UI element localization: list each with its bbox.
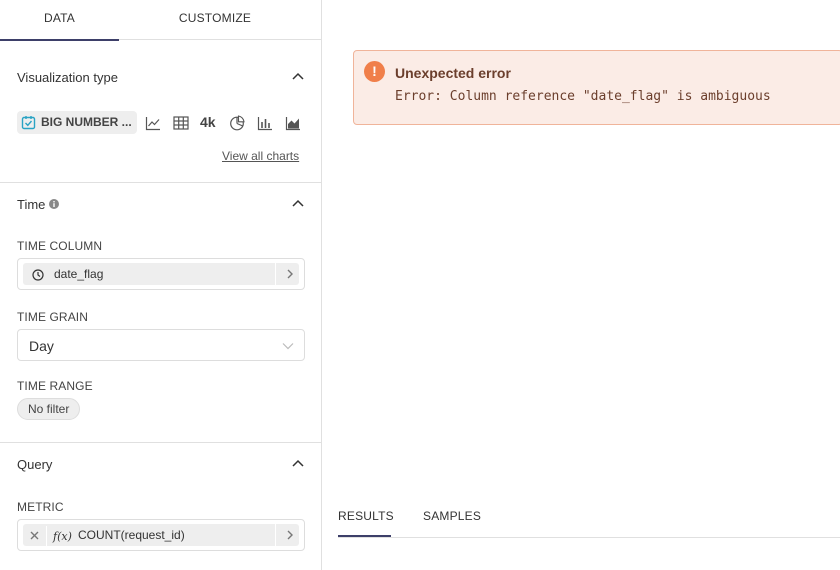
section-divider bbox=[0, 182, 321, 183]
chevron-up-icon[interactable] bbox=[292, 198, 304, 210]
panel-tabs: DATA CUSTOMIZE bbox=[0, 0, 321, 41]
selected-viz-type[interactable]: BIG NUMBER ... bbox=[17, 111, 137, 134]
line-chart-icon[interactable] bbox=[145, 115, 161, 131]
time-section-header[interactable]: Time bbox=[0, 184, 321, 224]
view-all-charts-link[interactable]: View all charts bbox=[222, 149, 299, 163]
time-grain-select[interactable]: Day bbox=[17, 329, 305, 361]
remove-metric-icon[interactable] bbox=[30, 531, 39, 540]
metric-value: COUNT(request_id) bbox=[78, 528, 185, 542]
error-icon: ! bbox=[364, 61, 385, 82]
time-section-title: Time bbox=[17, 197, 46, 212]
chip-separator bbox=[46, 526, 47, 546]
big-number-icon[interactable]: 4k bbox=[200, 114, 216, 130]
query-section-title: Query bbox=[17, 457, 53, 472]
time-grain-value: Day bbox=[29, 338, 54, 354]
function-icon: f(x) bbox=[53, 530, 72, 543]
error-alert: ! Unexpected error Error: Column referen… bbox=[353, 50, 840, 125]
error-message: Error: Column reference "date_flag" is a… bbox=[395, 89, 771, 104]
area-chart-icon[interactable] bbox=[285, 115, 301, 131]
chevron-up-icon[interactable] bbox=[292, 458, 304, 470]
time-column-label: TIME COLUMN bbox=[17, 239, 103, 253]
metric-select[interactable]: f(x) COUNT(request_id) bbox=[17, 519, 305, 551]
query-section-header[interactable]: Query bbox=[0, 444, 321, 484]
time-range-label: TIME RANGE bbox=[17, 379, 93, 393]
chevron-up-icon[interactable] bbox=[292, 71, 304, 83]
data-tabs: RESULTS SAMPLES bbox=[338, 498, 840, 538]
info-icon[interactable] bbox=[49, 199, 59, 209]
time-grain-label: TIME GRAIN bbox=[17, 310, 89, 324]
error-title: Unexpected error bbox=[395, 65, 511, 81]
time-range-filter[interactable]: No filter bbox=[17, 398, 81, 420]
selected-viz-label: BIG NUMBER ... bbox=[41, 115, 132, 129]
time-column-value: date_flag bbox=[54, 267, 104, 281]
tab-customize[interactable]: CUSTOMIZE bbox=[119, 0, 311, 40]
big-number-chart-icon bbox=[21, 116, 36, 130]
time-column-select[interactable]: date_flag bbox=[17, 258, 305, 290]
chevron-right-icon[interactable] bbox=[286, 269, 294, 279]
viz-section-header[interactable]: Visualization type bbox=[0, 57, 321, 97]
table-icon[interactable] bbox=[173, 115, 189, 131]
clock-icon bbox=[32, 269, 44, 281]
section-divider bbox=[0, 442, 321, 443]
tab-data[interactable]: DATA bbox=[0, 0, 119, 41]
tab-samples[interactable]: SAMPLES bbox=[423, 509, 481, 523]
pie-chart-icon[interactable] bbox=[229, 115, 245, 131]
metric-label: METRIC bbox=[17, 500, 64, 514]
tab-results[interactable]: RESULTS bbox=[338, 509, 394, 537]
control-panel: DATA CUSTOMIZE Visualization type BIG NU… bbox=[0, 0, 322, 570]
chevron-right-icon[interactable] bbox=[286, 530, 294, 540]
viz-section-title: Visualization type bbox=[17, 70, 118, 85]
bar-chart-icon[interactable] bbox=[257, 115, 273, 131]
chevron-down-icon bbox=[282, 343, 294, 350]
